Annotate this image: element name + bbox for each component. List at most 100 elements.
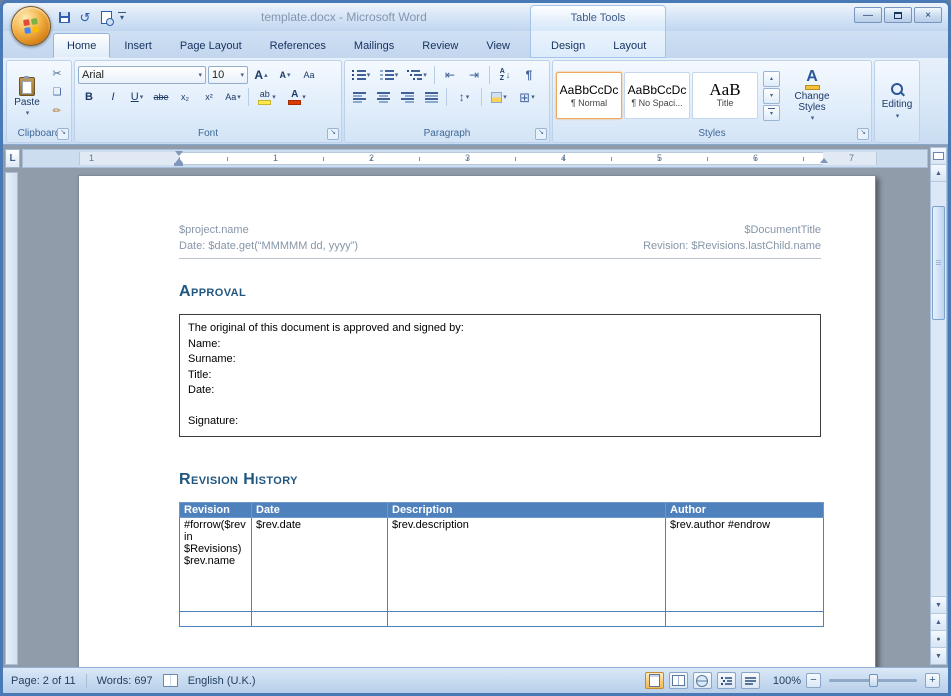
draft-view-button[interactable] bbox=[741, 672, 760, 689]
approval-box[interactable]: The original of this document is approve… bbox=[179, 314, 821, 437]
editing-button[interactable]: Editing ▾ bbox=[875, 61, 919, 142]
tab-home[interactable]: Home bbox=[53, 33, 110, 58]
zoom-slider[interactable] bbox=[829, 679, 917, 682]
show-paragraph-marks-button[interactable]: ¶ bbox=[518, 64, 540, 86]
change-case-button[interactable]: Aa ▾ bbox=[222, 86, 244, 108]
line-spacing-button[interactable]: ↕ ▾ bbox=[451, 86, 477, 108]
zoom-in-button[interactable]: + bbox=[925, 673, 940, 688]
table-cell-author[interactable]: $rev.author #endrow bbox=[666, 517, 824, 611]
tab-references[interactable]: References bbox=[256, 33, 340, 58]
style-title[interactable]: AaB Title bbox=[692, 72, 758, 119]
bullets-button[interactable]: ▾ bbox=[348, 64, 374, 86]
bold-button[interactable]: B bbox=[78, 86, 100, 108]
next-page-button[interactable]: ▼ bbox=[931, 647, 946, 664]
clipboard-dialog-launcher[interactable]: ↘ bbox=[57, 128, 69, 140]
tab-design[interactable]: Design bbox=[537, 33, 599, 58]
minimize-button[interactable]: — bbox=[854, 7, 882, 23]
style-no-spacing[interactable]: AaBbCcDc ¶ No Spaci... bbox=[624, 72, 690, 119]
left-indent-marker[interactable] bbox=[174, 163, 183, 166]
table-cell-revision[interactable]: #forrow($rev in $Revisions) $rev.name bbox=[180, 517, 252, 611]
shading-button[interactable]: ▾ bbox=[486, 86, 512, 108]
close-button[interactable]: × bbox=[914, 7, 942, 23]
tab-stop-selector[interactable]: L bbox=[5, 149, 20, 168]
tab-mailings[interactable]: Mailings bbox=[340, 33, 408, 58]
align-right-button[interactable] bbox=[396, 86, 418, 108]
tab-layout[interactable]: Layout bbox=[599, 33, 660, 58]
table-cell-date[interactable]: $rev.date bbox=[252, 517, 388, 611]
zoom-slider-thumb[interactable] bbox=[869, 674, 878, 687]
print-layout-view-button[interactable] bbox=[645, 672, 664, 689]
language-indicator[interactable]: English (U.K.) bbox=[188, 675, 256, 687]
italic-button[interactable]: I bbox=[102, 86, 124, 108]
table-cell-empty[interactable] bbox=[180, 611, 252, 626]
table-cell-description[interactable]: $rev.description bbox=[388, 517, 666, 611]
table-cell-empty[interactable] bbox=[666, 611, 824, 626]
styles-scroll-up-button[interactable]: ▴ bbox=[763, 71, 780, 87]
title-bar[interactable]: ↺ ▾ template.docx - Microsoft Word Table… bbox=[3, 3, 948, 31]
superscript-button[interactable]: x² bbox=[198, 86, 220, 108]
print-preview-button[interactable] bbox=[97, 8, 115, 26]
web-layout-view-button[interactable] bbox=[693, 672, 712, 689]
outline-view-button[interactable] bbox=[717, 672, 736, 689]
grow-font-button[interactable]: A ▴ bbox=[250, 64, 272, 86]
zoom-out-button[interactable]: − bbox=[806, 673, 821, 688]
document-page[interactable]: $project.name $DocumentTitle Date: $date… bbox=[78, 175, 876, 667]
shrink-font-button[interactable]: A ▾ bbox=[274, 64, 296, 86]
scrollbar-track[interactable] bbox=[931, 182, 946, 596]
change-styles-button[interactable]: A Change Styles ▾ bbox=[783, 68, 841, 123]
save-button[interactable] bbox=[55, 8, 73, 26]
increase-indent-button[interactable]: ⇥ bbox=[463, 64, 485, 86]
scrollbar-thumb[interactable] bbox=[932, 206, 945, 320]
paragraph-dialog-launcher[interactable]: ↘ bbox=[535, 128, 547, 140]
multilevel-list-button[interactable]: ▾ bbox=[404, 64, 430, 86]
clear-formatting-button[interactable]: Aa bbox=[298, 64, 320, 86]
decrease-indent-button[interactable]: ⇤ bbox=[439, 64, 461, 86]
strikethrough-button[interactable]: abe bbox=[150, 86, 172, 108]
copy-button[interactable]: ❏ bbox=[46, 83, 68, 101]
office-button[interactable] bbox=[11, 6, 51, 46]
subscript-button[interactable]: x₂ bbox=[174, 86, 196, 108]
proofing-status-icon[interactable] bbox=[163, 674, 178, 687]
cut-button[interactable]: ✂ bbox=[46, 64, 68, 82]
tab-page-layout[interactable]: Page Layout bbox=[166, 33, 256, 58]
ruler-toggle-button[interactable] bbox=[931, 148, 946, 165]
previous-page-button[interactable]: ▲ bbox=[931, 613, 946, 630]
horizontal-ruler[interactable]: 1 1 2 3 4 5 6 7 bbox=[22, 149, 928, 168]
highlight-color-button[interactable]: ab ▾ bbox=[253, 86, 281, 108]
tab-review[interactable]: Review bbox=[408, 33, 472, 58]
scroll-down-button[interactable]: ▼ bbox=[931, 596, 946, 613]
font-name-combo[interactable]: Arial ▾ bbox=[78, 66, 206, 84]
font-color-button[interactable]: A ▾ bbox=[283, 86, 311, 108]
styles-dialog-launcher[interactable]: ↘ bbox=[857, 128, 869, 140]
full-screen-reading-view-button[interactable] bbox=[669, 672, 688, 689]
styles-scroll-down-button[interactable]: ▾ bbox=[763, 88, 780, 104]
qat-customize-button[interactable]: ▾ bbox=[118, 12, 126, 22]
undo-button[interactable]: ↺ bbox=[76, 8, 94, 26]
select-browse-object-button[interactable]: ● bbox=[931, 630, 946, 647]
underline-button[interactable]: U ▾ bbox=[126, 86, 148, 108]
align-left-button[interactable] bbox=[348, 86, 370, 108]
right-indent-marker[interactable] bbox=[820, 158, 828, 163]
sort-button[interactable]: A Z ↓ bbox=[494, 64, 516, 86]
word-count[interactable]: Words: 697 bbox=[97, 675, 153, 687]
vertical-ruler[interactable] bbox=[5, 172, 18, 665]
justify-button[interactable] bbox=[420, 86, 442, 108]
table-cell-empty[interactable] bbox=[388, 611, 666, 626]
page-indicator[interactable]: Page: 2 of 11 bbox=[11, 675, 76, 687]
scroll-up-button[interactable]: ▲ bbox=[931, 165, 946, 182]
paste-button[interactable]: Paste ▾ bbox=[10, 64, 44, 127]
styles-more-button[interactable]: ▾ bbox=[763, 105, 780, 121]
format-painter-button[interactable]: ✏ bbox=[46, 102, 68, 120]
zoom-level[interactable]: 100% bbox=[773, 675, 801, 687]
font-dialog-launcher[interactable]: ↘ bbox=[327, 128, 339, 140]
font-size-combo[interactable]: 10 ▾ bbox=[208, 66, 248, 84]
tab-view[interactable]: View bbox=[472, 33, 524, 58]
borders-button[interactable]: ⊞ ▾ bbox=[514, 86, 540, 108]
numbering-button[interactable]: ▾ bbox=[376, 64, 402, 86]
maximize-button[interactable] bbox=[884, 7, 912, 23]
vertical-scrollbar[interactable]: ▲ ▼ ▲ ● ▼ bbox=[930, 147, 947, 665]
align-center-button[interactable] bbox=[372, 86, 394, 108]
style-normal[interactable]: AaBbCcDc ¶ Normal bbox=[556, 72, 622, 119]
first-line-indent-marker[interactable] bbox=[175, 151, 183, 156]
tab-insert[interactable]: Insert bbox=[110, 33, 166, 58]
